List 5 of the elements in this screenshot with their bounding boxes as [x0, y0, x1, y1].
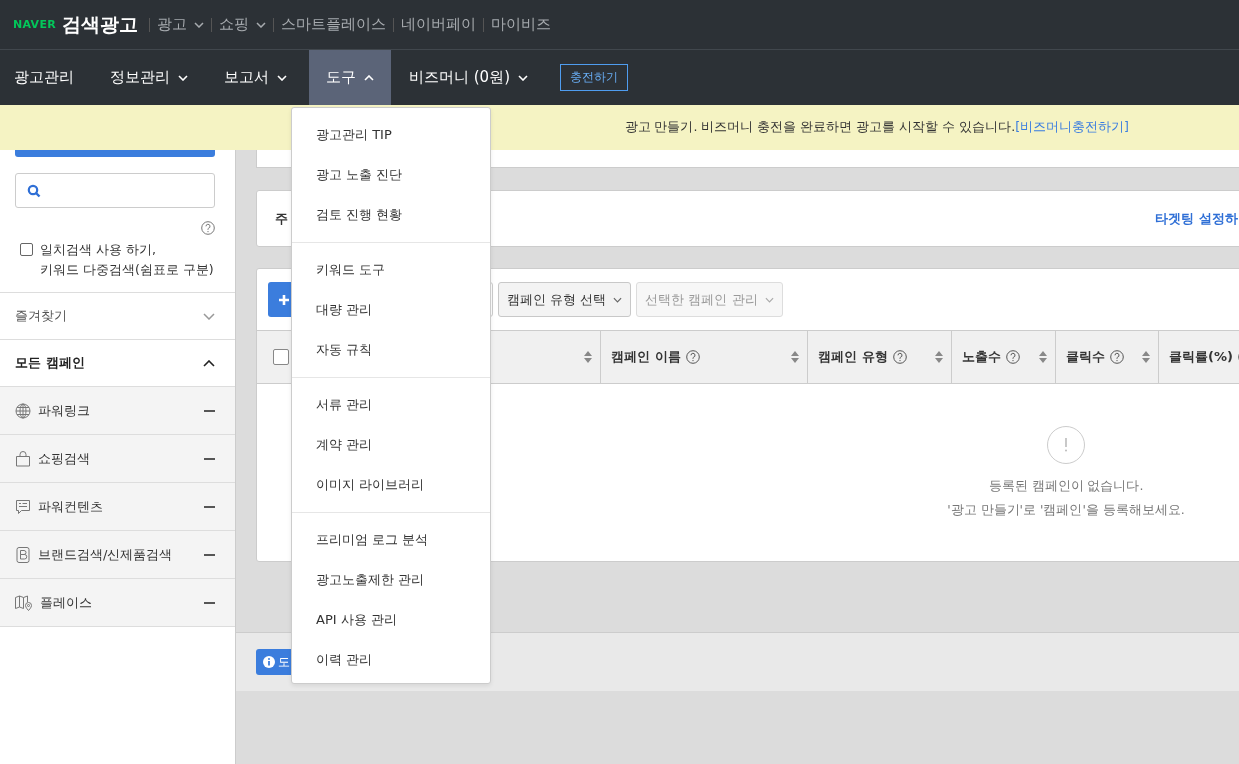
empty-message: 등록된 캠페인이 없습니다.	[988, 477, 1144, 495]
checkbox-label: 일치검색 사용 하기, 키워드 다중검색(쉼표로 구분)	[40, 241, 214, 279]
card-title: 주	[275, 209, 288, 228]
banner-message: 광고 만들기. 비즈머니 충전을 완료하면 광고를 시작할 수 있습니다.[비즈머니충전하기]	[624, 119, 1129, 136]
empty-message: '광고 만들기'로 '캠페인'을 등록해보세요.	[947, 501, 1185, 519]
